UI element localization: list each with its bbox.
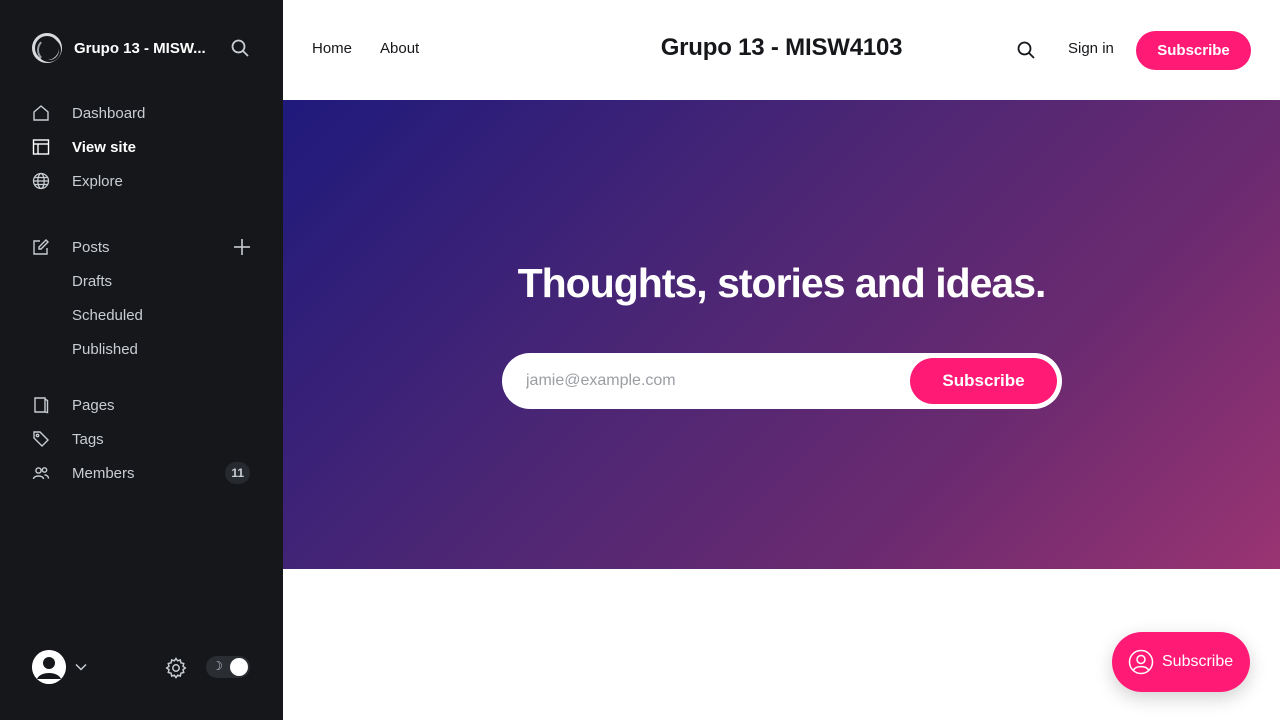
search-icon[interactable] bbox=[1016, 40, 1036, 60]
site-brand-title: Grupo 13 - MISW... bbox=[74, 39, 206, 57]
subscribe-form: Subscribe bbox=[502, 353, 1062, 409]
sidebar-item-label: Tags bbox=[72, 430, 104, 448]
sidebar-item-label: Scheduled bbox=[72, 306, 143, 324]
members-count-badge: 11 bbox=[225, 462, 250, 484]
user-avatar[interactable] bbox=[32, 650, 66, 684]
search-icon[interactable] bbox=[230, 38, 250, 58]
moon-icon: ☽ bbox=[212, 659, 223, 673]
portal-subscribe-button[interactable]: Subscribe bbox=[1112, 632, 1250, 692]
toggle-knob bbox=[230, 658, 248, 676]
site-brand[interactable]: Grupo 13 - MISW... bbox=[32, 32, 252, 64]
user-circle-icon bbox=[1128, 649, 1154, 675]
sidebar-item-posts[interactable]: Posts bbox=[32, 230, 252, 264]
tag-icon bbox=[32, 430, 50, 448]
nav-link-about[interactable]: About bbox=[380, 40, 419, 57]
hero-subscribe-button[interactable]: Subscribe bbox=[910, 358, 1057, 404]
sidebar-item-tags[interactable]: Tags bbox=[32, 422, 252, 456]
sidebar-item-dashboard[interactable]: Dashboard bbox=[32, 96, 252, 130]
sidebar-item-label: Published bbox=[72, 340, 138, 358]
email-input[interactable] bbox=[526, 369, 886, 393]
home-icon bbox=[32, 104, 50, 122]
edit-icon bbox=[32, 238, 50, 256]
hero-title: Thoughts, stories and ideas. bbox=[517, 260, 1047, 306]
sidebar-item-scheduled[interactable]: Scheduled bbox=[32, 298, 252, 332]
site-preview: Home About Grupo 13 - MISW4103 Sign in S… bbox=[283, 0, 1280, 720]
page-icon bbox=[32, 396, 50, 414]
layout-icon bbox=[32, 138, 50, 156]
header-subscribe-button[interactable]: Subscribe bbox=[1136, 31, 1251, 70]
gear-icon[interactable] bbox=[164, 656, 188, 680]
admin-sidebar: Grupo 13 - MISW... Dashboard View site E… bbox=[0, 0, 283, 720]
sidebar-item-label: Pages bbox=[72, 396, 115, 414]
site-logo-icon bbox=[32, 33, 62, 63]
add-post-icon[interactable] bbox=[232, 237, 252, 257]
sidebar-item-label: Members bbox=[72, 464, 135, 482]
nav-link-home[interactable]: Home bbox=[312, 40, 352, 57]
sidebar-item-drafts[interactable]: Drafts bbox=[32, 264, 252, 298]
globe-icon bbox=[32, 172, 50, 190]
sidebar-footer: ☽ bbox=[32, 650, 252, 684]
members-icon bbox=[32, 464, 50, 482]
site-title-wrapper: Grupo 13 - MISW4103 bbox=[283, 34, 1280, 62]
sidebar-item-published[interactable]: Published bbox=[32, 332, 252, 366]
sidebar-item-label: Posts bbox=[72, 238, 110, 256]
sidebar-nav: Dashboard View site Explore Posts Drafts bbox=[32, 96, 252, 490]
sidebar-item-members[interactable]: Members 11 bbox=[32, 456, 252, 490]
user-icon bbox=[32, 650, 66, 684]
site-title[interactable]: Grupo 13 - MISW4103 bbox=[661, 34, 903, 61]
sidebar-item-pages[interactable]: Pages bbox=[32, 388, 252, 422]
chevron-down-icon[interactable] bbox=[74, 660, 88, 674]
site-nav: Home About bbox=[312, 40, 419, 57]
portal-label: Subscribe bbox=[1162, 653, 1234, 670]
sidebar-item-view-site[interactable]: View site bbox=[32, 130, 252, 164]
sidebar-item-label: Dashboard bbox=[72, 104, 146, 122]
dark-mode-toggle[interactable]: ☽ bbox=[206, 656, 250, 678]
site-header: Home About Grupo 13 - MISW4103 Sign in S… bbox=[283, 0, 1280, 100]
sidebar-item-label: Explore bbox=[72, 172, 123, 190]
hero-section: Thoughts, stories and ideas. Subscribe bbox=[283, 100, 1280, 569]
sidebar-item-explore[interactable]: Explore bbox=[32, 164, 252, 198]
sidebar-item-label: View site bbox=[72, 138, 136, 156]
sidebar-item-label: Drafts bbox=[72, 272, 113, 290]
sign-in-link[interactable]: Sign in bbox=[1068, 40, 1114, 57]
